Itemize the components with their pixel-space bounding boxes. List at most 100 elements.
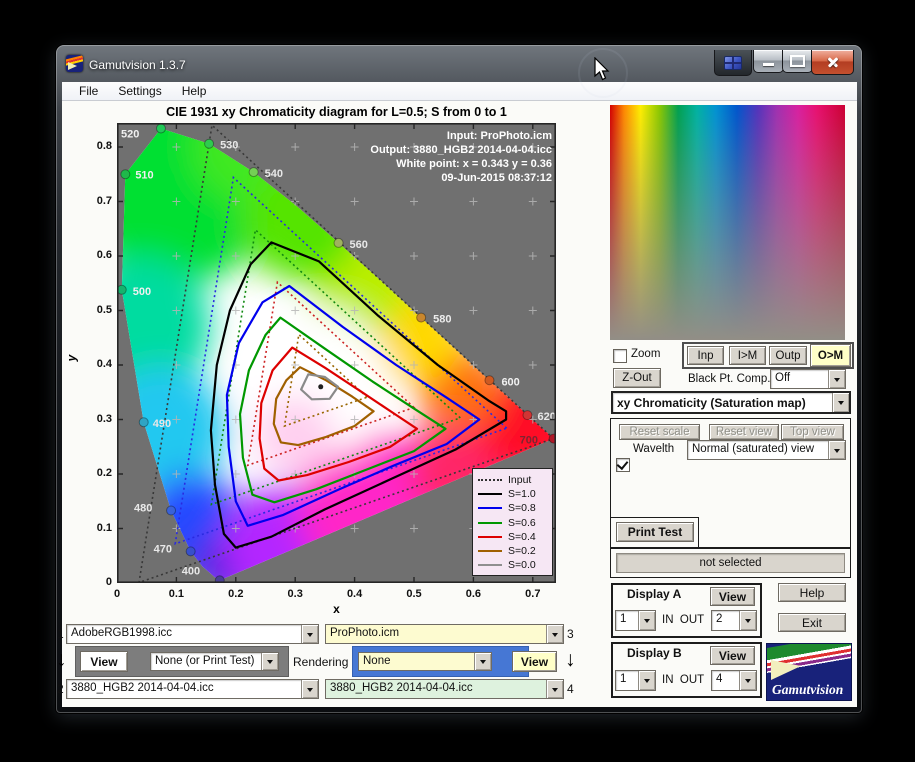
- profile3-select[interactable]: ProPhoto.icm: [325, 624, 564, 644]
- profile1-select[interactable]: AdobeRGB1998.icc: [66, 624, 319, 644]
- hue-saturation-map[interactable]: [610, 105, 845, 340]
- top-view-button[interactable]: Top view: [781, 424, 844, 440]
- logo-text: Gamutvision: [772, 682, 843, 698]
- dropdown-arrow-icon[interactable]: [739, 671, 756, 690]
- view-mode-value: Normal (saturated) view: [688, 441, 828, 459]
- flow-arrow-right-icon: ↓: [565, 650, 576, 670]
- x-axis-label: x: [117, 602, 556, 616]
- dropdown-arrow-icon[interactable]: [739, 611, 756, 630]
- rendering-label: Rendering: [293, 655, 348, 669]
- reset-scale-button[interactable]: Reset scale: [619, 424, 700, 440]
- x-tick-0.3: 0.3: [278, 588, 312, 600]
- wavelength-label-490: 490: [153, 418, 171, 430]
- print-test-button[interactable]: Print Test: [616, 522, 694, 542]
- wavelength-dot-470: [186, 547, 195, 556]
- display-a-in-value: 1: [616, 611, 638, 630]
- x-tick-0: 0: [100, 588, 134, 600]
- middle-option-select[interactable]: None (or Print Test): [150, 652, 279, 671]
- z-out-button[interactable]: Z-Out: [613, 368, 661, 388]
- slot1-number: 1: [57, 627, 64, 641]
- profile2-select[interactable]: 3880_HGB2 2014-04-04.icc: [66, 679, 319, 699]
- view-output-button[interactable]: View: [512, 651, 557, 672]
- plot-legend: InputS=1.0S=0.8S=0.6S=0.4S=0.2S=0.0: [472, 468, 553, 576]
- chart-title: CIE 1931 xy Chromaticity diagram for L=0…: [117, 105, 556, 119]
- dropdown-arrow-icon[interactable]: [474, 653, 491, 670]
- menu-file[interactable]: File: [69, 84, 108, 98]
- display-b-title: Display B: [627, 646, 682, 660]
- legend-label: S=0.2: [508, 545, 536, 557]
- dropdown-arrow-icon[interactable]: [546, 680, 563, 698]
- desktop: Gamutvision 1.3.7 File Settings Help CIE…: [0, 0, 915, 762]
- wavelength-dot-600: [485, 376, 494, 385]
- wavelength-label-580: 580: [433, 314, 451, 326]
- maximize-button[interactable]: [782, 50, 813, 73]
- minimize-button[interactable]: [753, 50, 784, 73]
- view-input-button[interactable]: View: [80, 651, 128, 672]
- view-mode-select[interactable]: Normal (saturated) view: [687, 440, 846, 460]
- exit-button[interactable]: Exit: [778, 613, 846, 632]
- close-button[interactable]: [811, 50, 854, 75]
- o-to-m-button[interactable]: O>M: [810, 344, 851, 367]
- dropdown-arrow-icon[interactable]: [638, 611, 655, 630]
- map-mode-value: xy Chromaticity (Saturation map): [613, 393, 832, 412]
- dropdown-arrow-icon[interactable]: [301, 680, 318, 698]
- display-switch-button[interactable]: [714, 50, 752, 76]
- legend-label: S=0.4: [508, 531, 536, 543]
- dropdown-arrow-icon[interactable]: [828, 370, 845, 388]
- y-axis-label: y: [64, 355, 78, 362]
- profile4-select[interactable]: 3880_HGB2 2014-04-04.icc: [325, 679, 564, 699]
- app-icon: [66, 55, 83, 72]
- i-to-m-button[interactable]: I>M: [729, 346, 766, 365]
- display-a-out-select[interactable]: 2: [711, 610, 757, 631]
- gamutvision-logo: Gamutvision: [766, 643, 852, 701]
- wavelength-label-500: 500: [133, 286, 151, 298]
- display-b-out-value: 4: [712, 671, 739, 690]
- wavelength-dot-580: [417, 313, 426, 322]
- wavelength-label-530: 530: [220, 140, 238, 152]
- window-title: Gamutvision 1.3.7: [89, 58, 186, 72]
- wavelength-dot-530: [205, 139, 214, 148]
- y-tick-0: 0: [80, 576, 112, 588]
- menu-settings[interactable]: Settings: [108, 84, 171, 98]
- profile2-value: 3880_HGB2 2014-04-04.icc: [67, 680, 301, 698]
- dropdown-arrow-icon[interactable]: [638, 671, 655, 690]
- map-mode-select[interactable]: xy Chromaticity (Saturation map): [611, 391, 851, 414]
- display-b-out-select[interactable]: 4: [711, 670, 757, 691]
- inp-button[interactable]: Inp: [687, 346, 724, 365]
- wavelength-label-540: 540: [265, 168, 283, 180]
- logo-triangle: [771, 660, 801, 680]
- plot-annotation-2: White point: x = 0.343 y = 0.36: [370, 157, 552, 171]
- dropdown-arrow-icon[interactable]: [301, 625, 318, 643]
- display-a-in-select[interactable]: 1: [615, 610, 656, 631]
- dropdown-arrow-icon[interactable]: [546, 625, 563, 643]
- rendering-select[interactable]: None: [358, 652, 492, 671]
- legend-label: S=0.0: [508, 559, 536, 571]
- reset-view-button[interactable]: Reset view: [709, 424, 779, 440]
- dropdown-arrow-icon[interactable]: [832, 393, 849, 412]
- black-pt-comp-select[interactable]: Off: [770, 369, 846, 389]
- wavelength-dot-620: [523, 411, 532, 420]
- dropdown-arrow-icon[interactable]: [261, 653, 278, 670]
- display-a-view-button[interactable]: View: [710, 587, 755, 606]
- display-b-view-button[interactable]: View: [710, 646, 755, 665]
- wavelength-dot-510: [121, 170, 130, 179]
- legend-line-sample: [478, 493, 502, 495]
- x-tick-0.7: 0.7: [516, 588, 550, 600]
- wavelength-dot-520: [156, 124, 165, 133]
- wavelength-dot-490: [139, 418, 148, 427]
- dropdown-arrow-icon[interactable]: [828, 441, 845, 459]
- wavelength-label-480: 480: [134, 503, 152, 515]
- wavelength-dot-480: [167, 506, 176, 515]
- y-tick-0.6: 0.6: [80, 249, 112, 261]
- help-button[interactable]: Help: [778, 583, 846, 602]
- wavelength-label-560: 560: [350, 239, 368, 251]
- display-a-inout-label: IN OUT: [662, 614, 704, 626]
- wavelth-checkbox-label: Wavelth: [633, 443, 674, 455]
- wavelth-checkbox[interactable]: [616, 458, 630, 472]
- profile4-value: 3880_HGB2 2014-04-04.icc: [326, 680, 546, 698]
- legend-line-sample: [478, 507, 502, 509]
- display-b-in-select[interactable]: 1: [615, 670, 656, 691]
- outp-button[interactable]: Outp: [769, 346, 807, 365]
- menu-help[interactable]: Help: [172, 84, 217, 98]
- zoom-checkbox[interactable]: [613, 349, 627, 363]
